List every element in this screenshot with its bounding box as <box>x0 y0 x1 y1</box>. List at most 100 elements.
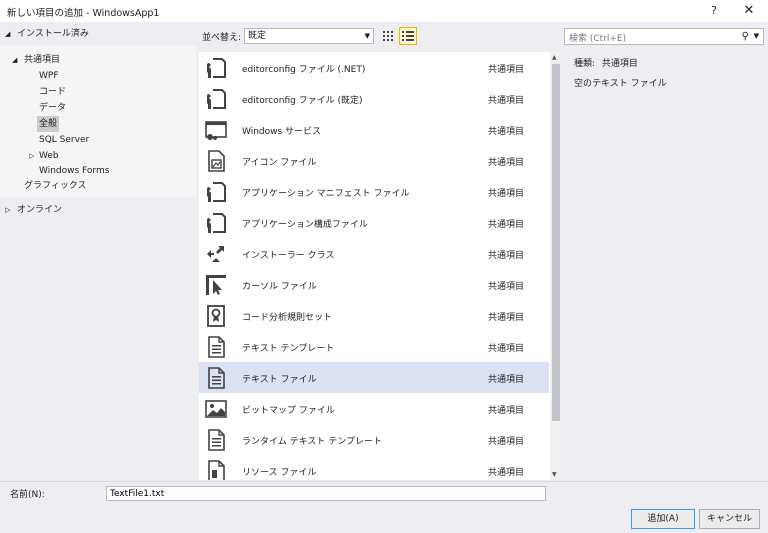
list-item[interactable]: editorconfig ファイル (既定) 共通項目 <box>199 83 549 114</box>
item-name: テキスト テンプレート <box>242 344 335 354</box>
cursor-file-icon <box>204 273 228 297</box>
tree-item-general[interactable]: 全般 <box>0 116 196 132</box>
expand-arrow-icon[interactable]: ▷ <box>29 148 34 164</box>
close-button[interactable]: ✕ <box>738 2 760 20</box>
item-name: editorconfig ファイル (.NET) <box>242 65 366 75</box>
item-category: 共通項目 <box>488 189 525 199</box>
config-file-icon <box>204 180 228 204</box>
item-name: コード分析規則セット <box>242 313 333 323</box>
dropdown-arrow-icon[interactable]: ▼ <box>365 29 370 43</box>
sort-label: 並べ替え: <box>202 33 242 43</box>
window-title: 新しい項目の追加 - WindowsApp1 <box>7 8 160 19</box>
name-label: 名前(N): <box>10 490 45 500</box>
item-category: 共通項目 <box>488 375 525 385</box>
item-category: 共通項目 <box>488 127 525 137</box>
help-button[interactable]: ? <box>703 2 725 20</box>
tree-item-data[interactable]: データ <box>0 100 196 116</box>
list-item[interactable]: アプリケーション構成ファイル 共通項目 <box>199 207 549 238</box>
config-file-icon <box>204 211 228 235</box>
item-category: 共通項目 <box>488 65 525 75</box>
scroll-down-arrow-icon[interactable]: ▼ <box>552 471 557 478</box>
item-name: リソース ファイル <box>242 468 317 478</box>
grid-view-icon <box>383 31 393 41</box>
list-item[interactable]: アプリケーション マニフェスト ファイル 共通項目 <box>199 176 549 207</box>
ruleset-icon <box>204 304 228 328</box>
info-type-label: 種類: <box>574 59 596 69</box>
scrollbar-thumb[interactable] <box>552 64 560 421</box>
item-name: カーソル ファイル <box>242 282 317 292</box>
list-view-button[interactable] <box>399 27 417 45</box>
list-item[interactable]: editorconfig ファイル (.NET) 共通項目 <box>199 52 549 83</box>
text-file-icon <box>204 428 228 452</box>
item-name: インストーラー クラス <box>242 251 335 261</box>
tree-item-online[interactable]: ▷ オンライン <box>0 202 196 218</box>
list-item[interactable]: Windows サービス 共通項目 <box>199 114 549 145</box>
tree-item-wpf[interactable]: WPF <box>0 68 196 84</box>
resource-file-icon <box>204 459 228 480</box>
add-button[interactable]: 追加(A) <box>631 509 695 529</box>
tree-item-code[interactable]: コード <box>0 84 196 100</box>
item-name: アイコン ファイル <box>242 158 317 168</box>
config-file-icon <box>204 56 228 80</box>
template-list[interactable]: editorconfig ファイル (.NET) 共通項目 editorconfig… <box>199 52 562 480</box>
list-item[interactable]: ランタイム テキスト テンプレート 共通項目 <box>199 424 549 455</box>
expand-arrow-icon[interactable]: ▷ <box>5 202 10 218</box>
info-type-value: 共通項目 <box>601 59 638 69</box>
item-category: 共通項目 <box>488 406 525 416</box>
tree-item-installed[interactable]: ◢ インストール済み <box>0 26 196 42</box>
text-file-icon <box>204 335 228 359</box>
bitmap-file-icon <box>204 397 228 421</box>
icon-file-icon <box>204 149 228 173</box>
sort-value: 既定 <box>248 31 267 41</box>
list-scrollbar[interactable]: ▲ ▼ <box>550 52 562 480</box>
item-name: Windows サービス <box>242 127 322 137</box>
list-item[interactable]: カーソル ファイル 共通項目 <box>199 269 549 300</box>
search-placeholder: 検索 (Ctrl+E) <box>569 34 627 44</box>
collapse-arrow-icon[interactable]: ◢ <box>5 26 10 42</box>
item-name: アプリケーション構成ファイル <box>242 220 368 230</box>
grid-view-button[interactable] <box>379 27 397 45</box>
text-file-icon <box>204 366 228 390</box>
list-item[interactable]: コード分析規則セット 共通項目 <box>199 300 549 331</box>
name-input[interactable] <box>106 486 546 501</box>
item-category: 共通項目 <box>488 313 525 323</box>
list-item[interactable]: リソース ファイル 共通項目 <box>199 455 549 480</box>
search-dropdown-arrow-icon[interactable]: ▼ <box>754 32 759 40</box>
info-description: 空のテキスト ファイル <box>574 79 667 89</box>
title-bar: 新しい項目の追加 - WindowsApp1 ? ✕ <box>0 0 768 22</box>
scroll-up-arrow-icon[interactable]: ▲ <box>552 54 557 61</box>
list-item[interactable]: ビットマップ ファイル 共通項目 <box>199 393 549 424</box>
list-item[interactable]: アイコン ファイル 共通項目 <box>199 145 549 176</box>
item-category: 共通項目 <box>488 96 525 106</box>
item-category: 共通項目 <box>488 251 525 261</box>
sort-dropdown[interactable]: 既定 ▼ <box>244 28 374 44</box>
list-item[interactable]: テキスト ファイル 共通項目 <box>199 362 549 393</box>
search-box[interactable]: 検索 (Ctrl+E) ⚲ ▼ <box>564 28 764 45</box>
item-category: 共通項目 <box>488 437 525 447</box>
item-category: 共通項目 <box>488 220 525 230</box>
item-name: ビットマップ ファイル <box>242 406 335 416</box>
item-name: editorconfig ファイル (既定) <box>242 96 363 106</box>
list-view-icon <box>402 31 414 41</box>
tree-item-common[interactable]: ◢ 共通項目 <box>0 52 196 68</box>
item-name: ランタイム テキスト テンプレート <box>242 437 383 447</box>
collapse-arrow-icon[interactable]: ◢ <box>12 52 17 68</box>
list-item[interactable]: テキスト テンプレート 共通項目 <box>199 331 549 362</box>
item-category: 共通項目 <box>488 344 525 354</box>
windows-service-icon <box>204 118 228 142</box>
tree-item-web[interactable]: ▷ Web <box>0 148 196 164</box>
tree-item-windows-forms[interactable]: Windows Forms <box>0 163 196 179</box>
list-item[interactable]: インストーラー クラス 共通項目 <box>199 238 549 269</box>
item-category: 共通項目 <box>488 158 525 168</box>
cancel-button[interactable]: キャンセル <box>699 509 760 529</box>
item-name: アプリケーション マニフェスト ファイル <box>242 189 410 199</box>
tree-item-sql-server[interactable]: SQL Server <box>0 132 196 148</box>
installer-class-icon <box>204 242 228 266</box>
item-name: テキスト ファイル <box>242 375 317 385</box>
search-icon[interactable]: ⚲ <box>742 31 749 42</box>
config-file-icon <box>204 87 228 111</box>
tree-item-graphics[interactable]: グラフィックス <box>0 178 196 194</box>
item-category: 共通項目 <box>488 282 525 292</box>
item-category: 共通項目 <box>488 468 525 478</box>
info-type-row: 種類: 共通項目 <box>574 56 638 69</box>
